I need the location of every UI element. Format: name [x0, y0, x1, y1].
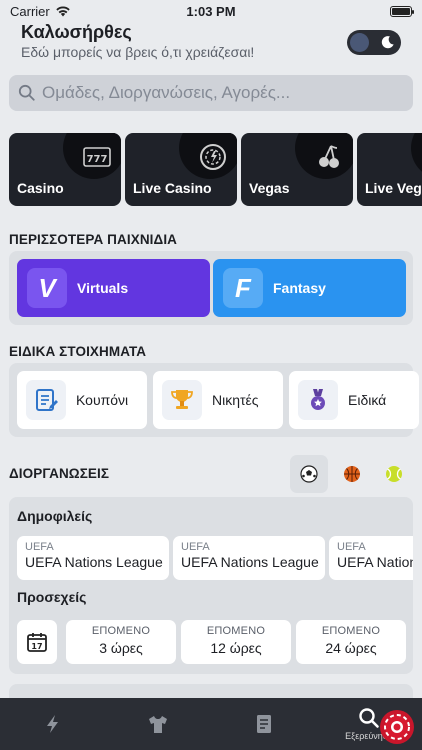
fantasy-button[interactable]: F Fantasy	[213, 259, 406, 317]
next-value: 3 ώρες	[99, 640, 143, 656]
svg-text:777: 777	[87, 154, 108, 165]
league-name: UEFA Nations League	[337, 554, 413, 570]
fantasy-label: Fantasy	[273, 280, 326, 296]
casino-card-live-vegas[interactable]: Live Vega	[357, 133, 422, 206]
league-name: UEFA Nations League	[25, 554, 163, 570]
sport-filter-soccer[interactable]	[290, 455, 328, 493]
basketball-icon	[344, 466, 360, 482]
league-name: UEFA Nations League	[181, 554, 319, 570]
casino-card-label: Vegas	[249, 180, 290, 196]
search-input[interactable]	[42, 83, 413, 103]
casino-card-label: Live Casino	[133, 180, 212, 196]
search-bar[interactable]	[9, 75, 413, 111]
fantasy-icon: F	[223, 268, 263, 308]
competitions-panel: Δημοφιλείς UEFA UEFA Nations League UEFA…	[9, 497, 413, 674]
tab-live[interactable]	[0, 698, 106, 750]
moon-icon	[381, 36, 394, 49]
lightning-icon	[46, 715, 58, 733]
sport-filter-basketball[interactable]	[333, 455, 371, 493]
calendar-icon: 17	[27, 633, 47, 652]
virtuals-icon: V	[27, 268, 67, 308]
coupon-button[interactable]: Κουπόνι	[17, 371, 147, 429]
header: Καλωσήρθες Εδώ μπορείς να βρεις ό,τι χρε…	[21, 22, 254, 60]
tab-bar: Εξερεύνηση	[0, 698, 422, 750]
slot-777-icon: 777	[83, 147, 111, 167]
next-label: ΕΠΟΜΕΝΟ	[206, 625, 266, 637]
calendar-button[interactable]: 17	[17, 620, 57, 664]
casino-card-label: Live Vega	[365, 180, 422, 196]
next-value: 24 ώρες	[325, 640, 377, 656]
special-bets-panel: Κουπόνι Νικητές Ειδικά	[9, 363, 419, 437]
jersey-icon	[149, 716, 168, 733]
tab-betslip[interactable]	[211, 698, 317, 750]
sport-filter-tennis[interactable]	[375, 455, 413, 493]
next-24h-button[interactable]: ΕΠΟΜΕΝΟ 24 ώρες	[296, 620, 406, 664]
carrier-label: Carrier	[10, 3, 50, 19]
competitions-title: ΔΙΟΡΓΑΝΩΣΕΙΣ	[9, 466, 110, 481]
greeting-title: Καλωσήρθες	[21, 22, 132, 42]
roulette-icon	[200, 144, 226, 170]
league-card[interactable]: UEFA UEFA Nations League	[329, 536, 413, 580]
league-card[interactable]: UEFA UEFA Nations League	[17, 536, 169, 580]
medal-icon	[298, 380, 338, 420]
search-icon	[18, 84, 35, 101]
status-bar: Carrier 1:03 PM	[0, 0, 422, 22]
wifi-icon	[56, 6, 70, 17]
casino-card-casino[interactable]: 777 Casino	[9, 133, 121, 206]
casino-carousel[interactable]: 777 Casino Live Casino Vegas Live Vega	[9, 133, 422, 206]
specials-label: Ειδικά	[348, 392, 387, 408]
more-games-title: ΠΕΡΙΣΣΟΤΕΡΑ ΠΑΙΧΝΙΔΙΑ	[9, 232, 178, 247]
search-icon	[359, 708, 380, 728]
more-games-panel: V Virtuals F Fantasy	[9, 251, 413, 325]
casino-card-label: Casino	[17, 180, 64, 196]
calendar-day: 17	[31, 642, 42, 651]
status-left: Carrier	[10, 4, 71, 19]
specials-button[interactable]: Ειδικά	[289, 371, 419, 429]
casino-chip-button[interactable]	[380, 710, 414, 744]
virtuals-button[interactable]: V Virtuals	[17, 259, 210, 317]
next-value: 12 ώρες	[210, 640, 262, 656]
next-label: ΕΠΟΜΕΝΟ	[321, 625, 381, 637]
coupon-label: Κουπόνι	[76, 392, 129, 408]
league-sport: UEFA	[181, 541, 210, 553]
trophy-icon	[162, 380, 202, 420]
next-label: ΕΠΟΜΕΝΟ	[91, 625, 151, 637]
casino-card-vegas[interactable]: Vegas	[241, 133, 353, 206]
league-sport: UEFA	[337, 541, 366, 553]
tennis-icon	[386, 466, 402, 482]
soccer-icon	[300, 465, 318, 483]
casino-card-live-casino[interactable]: Live Casino	[125, 133, 237, 206]
winners-button[interactable]: Νικητές	[153, 371, 283, 429]
league-card[interactable]: UEFA UEFA Nations League	[173, 536, 325, 580]
cherries-icon	[319, 145, 339, 168]
dark-mode-toggle[interactable]	[347, 30, 401, 55]
special-bets-title: ΕΙΔΙΚΑ ΣΤΟΙΧΗΜΑΤΑ	[9, 344, 147, 359]
coupon-icon	[26, 380, 66, 420]
league-sport: UEFA	[25, 541, 54, 553]
winners-label: Νικητές	[212, 392, 259, 408]
battery-icon	[390, 5, 414, 17]
upcoming-title: Προσεχείς	[17, 589, 87, 605]
next-3h-button[interactable]: ΕΠΟΜΕΝΟ 3 ώρες	[66, 620, 176, 664]
betslip-icon	[256, 715, 271, 733]
next-12h-button[interactable]: ΕΠΟΜΕΝΟ 12 ώρες	[181, 620, 291, 664]
greeting-subtitle: Εδώ μπορείς να βρεις ό,τι χρειάζεσαι!	[21, 44, 255, 60]
casino-chip-icon	[384, 714, 410, 740]
virtuals-label: Virtuals	[77, 280, 129, 296]
tab-sports[interactable]	[106, 698, 212, 750]
popular-title: Δημοφιλείς	[17, 508, 93, 524]
toggle-knob	[350, 33, 369, 52]
